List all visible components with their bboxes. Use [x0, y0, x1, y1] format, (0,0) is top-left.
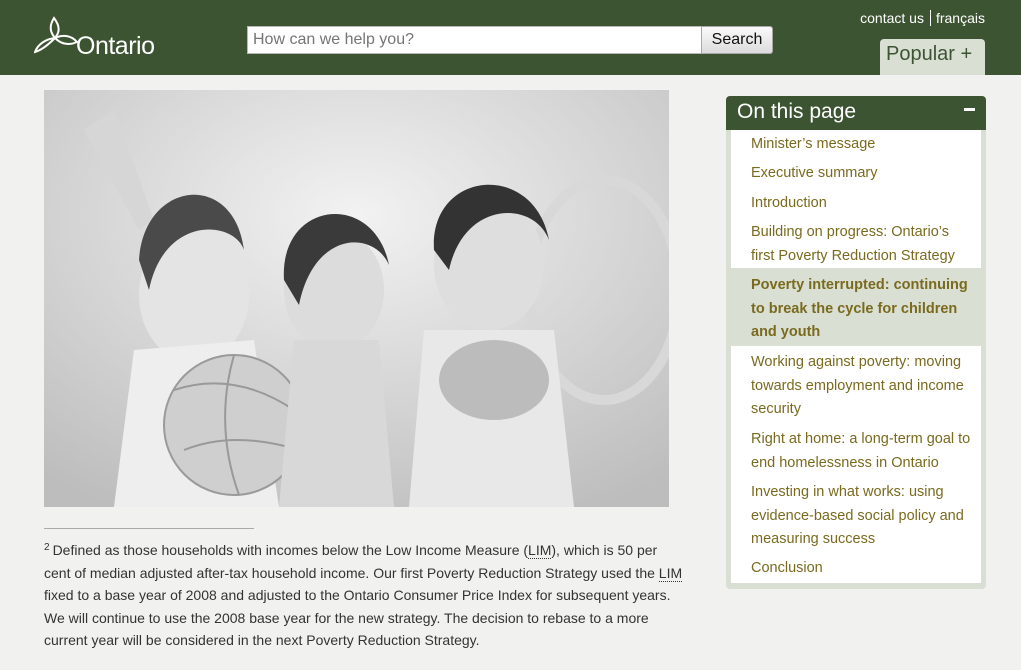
- toc-link-investing-in-what-works[interactable]: Investing in what works: using evidence-…: [731, 481, 981, 552]
- toc-link-building-on-progress[interactable]: Building on progress: Ontario’s first Po…: [731, 221, 981, 268]
- toc-link-working-against-poverty[interactable]: Working against poverty: moving towards …: [731, 351, 981, 422]
- search-input[interactable]: [247, 26, 702, 54]
- lim-abbreviation: LIM: [658, 564, 683, 582]
- toc-link-conclusion[interactable]: Conclusion: [731, 557, 981, 581]
- table-of-contents: Minister’s message Executive summary Int…: [731, 130, 981, 583]
- contact-us-link[interactable]: contact us: [860, 10, 924, 26]
- top-links: contact us français: [860, 10, 985, 26]
- on-this-page-panel: On this page Minister’s message Executiv…: [726, 96, 986, 589]
- ontario-logo[interactable]: Ontario: [34, 14, 174, 60]
- trillium-icon: [34, 16, 78, 54]
- francais-link[interactable]: français: [936, 10, 985, 26]
- popular-tab[interactable]: Popular +: [880, 39, 985, 75]
- hero-photo: [44, 90, 669, 507]
- footnote-text: fixed to a base year of 2008 and adjuste…: [44, 587, 671, 649]
- footnote: 2 Defined as those households with income…: [44, 537, 684, 652]
- toc-link-poverty-interrupted[interactable]: Poverty interrupted: continuing to break…: [731, 268, 981, 346]
- on-this-page-header[interactable]: On this page: [726, 96, 986, 130]
- toc-link-right-at-home[interactable]: Right at home: a long-term goal to end h…: [731, 428, 981, 475]
- toc-link-executive-summary[interactable]: Executive summary: [731, 162, 981, 186]
- children-photo-image: [44, 90, 669, 507]
- collapse-minus-icon[interactable]: [964, 108, 975, 111]
- search-button[interactable]: Search: [701, 26, 773, 54]
- footnote-text: Defined as those households with incomes…: [52, 542, 529, 558]
- footnote-divider: [44, 528, 254, 529]
- toc-link-introduction[interactable]: Introduction: [731, 192, 981, 216]
- footnote-number: 2: [44, 542, 50, 553]
- lim-abbreviation: LIM: [528, 542, 552, 559]
- on-this-page-title: On this page: [737, 100, 857, 123]
- logo-text: Ontario: [76, 32, 155, 60]
- toc-link-ministers-message[interactable]: Minister’s message: [731, 133, 981, 157]
- site-header: Ontario Search contact us français Popula…: [0, 0, 1021, 75]
- link-separator: [929, 10, 931, 26]
